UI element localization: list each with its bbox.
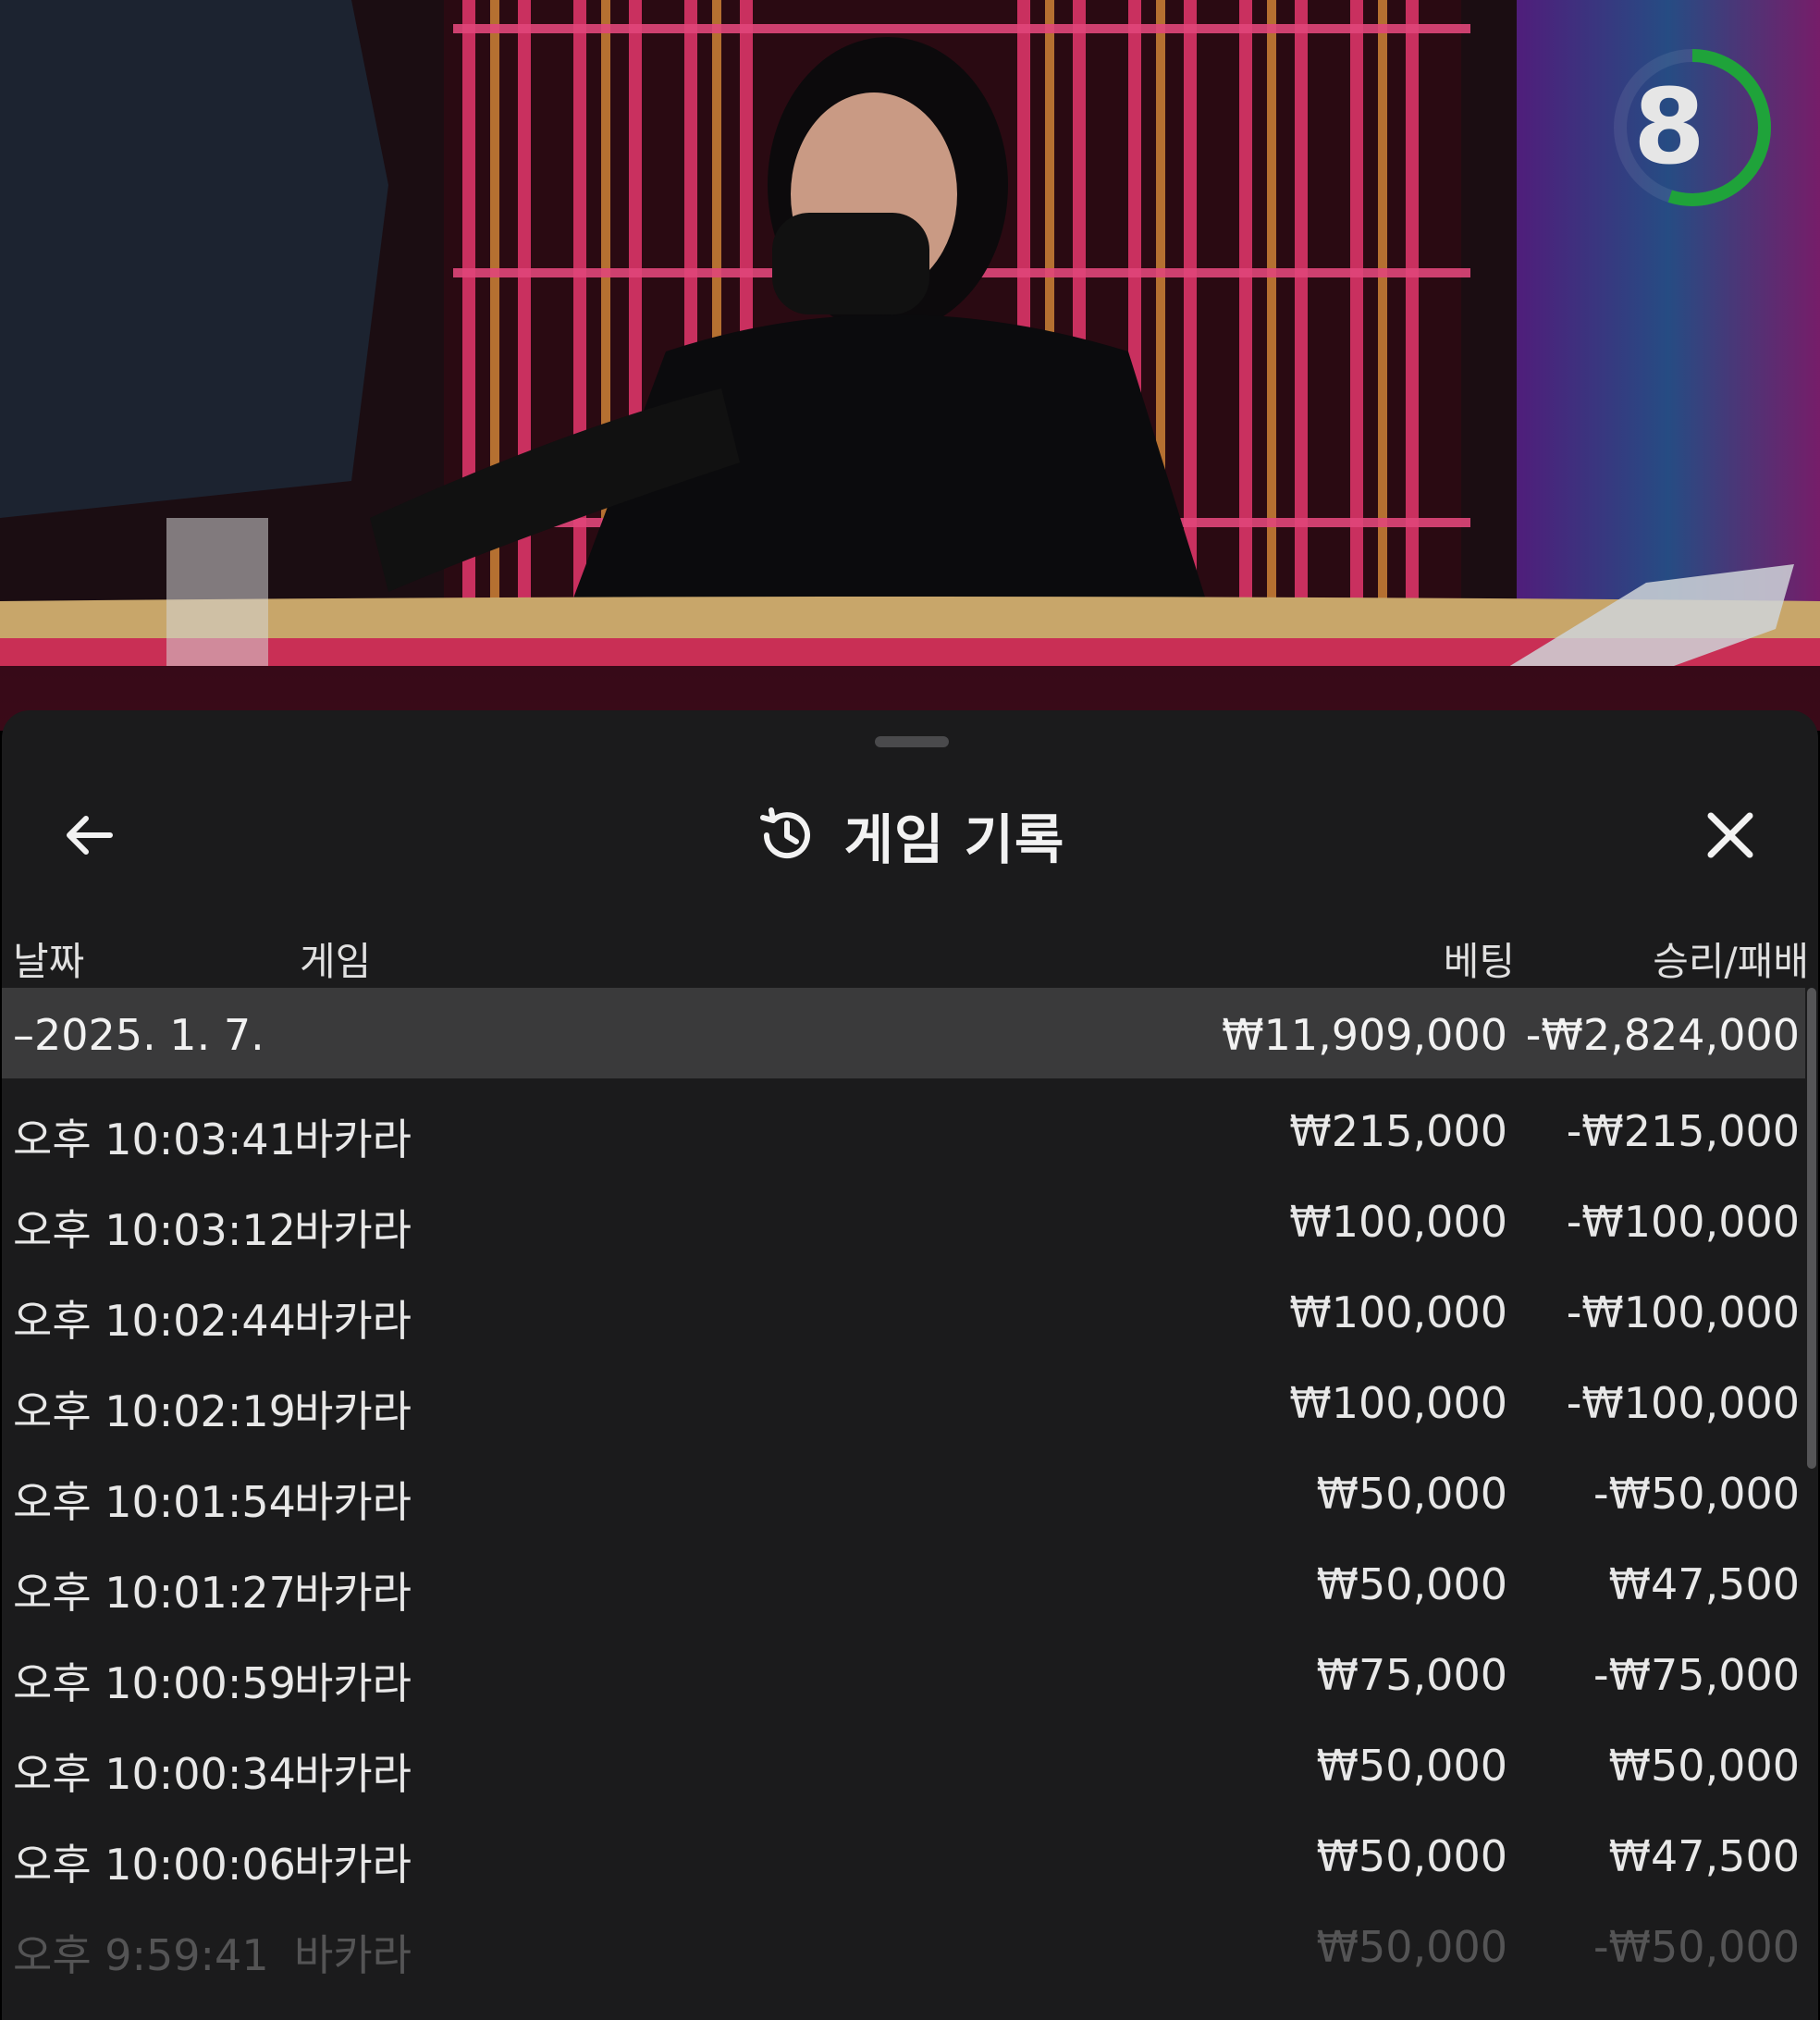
row-game: 바카라	[294, 1205, 412, 1255]
history-row[interactable]: 오후 10:01:54 바카라 ₩50,000 -₩50,000	[2, 1441, 1805, 1532]
sheet-header: 게임 기록	[2, 766, 1818, 905]
row-bet: ₩50,000	[1316, 1469, 1507, 1519]
history-row[interactable]: 오후 10:02:19 바카라 ₩100,000 -₩100,000	[2, 1350, 1805, 1441]
group-total-bet: ₩11,909,000	[1222, 1010, 1507, 1060]
table-header: 날짜 게임 베팅 승리/패배	[2, 905, 1818, 997]
row-win-loss: ₩47,500	[1608, 1831, 1800, 1881]
row-time: 오후 10:03:41	[13, 1115, 296, 1164]
sheet-title: 게임 기록	[843, 808, 1065, 871]
row-bet: ₩100,000	[1289, 1287, 1507, 1337]
row-win-loss: ₩50,000	[1608, 1741, 1800, 1791]
column-header-bet: 베팅	[1443, 939, 1515, 984]
row-game: 바카라	[294, 1568, 412, 1618]
casino-backdrop	[0, 0, 1820, 666]
row-win-loss: -₩75,000	[1592, 1650, 1800, 1700]
row-bet: ₩50,000	[1316, 1559, 1507, 1609]
history-row[interactable]: 오후 10:01:27 바카라 ₩50,000 ₩47,500	[2, 1532, 1805, 1622]
row-bet: ₩75,000	[1316, 1650, 1507, 1700]
row-win-loss: -₩215,000	[1566, 1106, 1800, 1156]
history-row[interactable]: 오후 10:03:41 바카라 ₩215,000 -₩215,000	[2, 1078, 1805, 1169]
history-row[interactable]: 오후 10:02:44 바카라 ₩100,000 -₩100,000	[2, 1260, 1805, 1350]
row-bet: ₩215,000	[1289, 1106, 1507, 1156]
group-date: –2025. 1. 7.	[13, 1010, 264, 1060]
row-game: 바카라	[294, 1386, 412, 1436]
sheet-drag-handle[interactable]	[875, 736, 949, 747]
row-bet: ₩50,000	[1316, 1831, 1507, 1881]
group-total-win-loss: -₩2,824,000	[1525, 1010, 1800, 1060]
game-history-sheet: 게임 기록 날짜 게임 베팅 승리/패배 –2025. 1. 7. ₩11,90…	[2, 710, 1818, 2020]
row-win-loss: -₩100,000	[1566, 1378, 1800, 1428]
sheet-title-group: 게임 기록	[2, 766, 1818, 905]
row-game: 바카라	[294, 1840, 412, 1890]
row-game: 바카라	[294, 1115, 412, 1164]
row-time: 오후 10:01:27	[13, 1568, 296, 1618]
countdown-value: 8	[1633, 68, 1705, 188]
row-time: 오후 10:02:44	[13, 1296, 296, 1346]
history-list: 오후 10:03:41 바카라 ₩215,000 -₩215,000 오후 10…	[2, 1078, 1805, 1985]
row-win-loss: ₩47,500	[1608, 1559, 1800, 1609]
row-game: 바카라	[294, 1477, 412, 1527]
row-game: 바카라	[294, 1930, 412, 1980]
row-time: 오후 10:00:34	[13, 1749, 296, 1799]
row-game: 바카라	[294, 1749, 412, 1799]
dealer-mask	[772, 213, 929, 314]
dealer-left	[0, 0, 388, 518]
row-win-loss: -₩50,000	[1592, 1469, 1800, 1519]
column-header-win-loss: 승리/패배	[1653, 939, 1809, 984]
row-win-loss: -₩100,000	[1566, 1197, 1800, 1247]
row-time: 오후 10:00:59	[13, 1658, 296, 1708]
row-bet: ₩50,000	[1316, 1741, 1507, 1791]
history-row[interactable]: 오후 10:00:59 바카라 ₩75,000 -₩75,000	[2, 1622, 1805, 1713]
history-row[interactable]: 오후 9:59:41 바카라 ₩50,000 -₩50,000	[2, 1894, 1805, 1985]
date-group-row[interactable]: –2025. 1. 7. ₩11,909,000 -₩2,824,000	[2, 988, 1805, 1078]
row-win-loss: -₩50,000	[1592, 1922, 1800, 1972]
row-bet: ₩100,000	[1289, 1378, 1507, 1428]
close-button[interactable]	[1689, 794, 1772, 877]
row-time: 오후 10:00:06	[13, 1840, 296, 1890]
column-header-game: 게임	[300, 939, 372, 984]
row-time: 오후 9:59:41	[13, 1930, 269, 1980]
close-icon	[1707, 812, 1753, 858]
column-header-date: 날짜	[13, 939, 85, 984]
row-game: 바카라	[294, 1658, 412, 1708]
row-time: 오후 10:03:12	[13, 1205, 296, 1255]
discard-holder	[166, 518, 268, 666]
row-bet: ₩100,000	[1289, 1197, 1507, 1247]
list-scrollbar[interactable]	[1807, 988, 1816, 1469]
row-time: 오후 10:01:54	[13, 1477, 296, 1527]
row-time: 오후 10:02:19	[13, 1386, 296, 1436]
row-win-loss: -₩100,000	[1566, 1287, 1800, 1337]
row-game: 바카라	[294, 1296, 412, 1346]
round-countdown: 8	[1609, 44, 1776, 211]
history-row[interactable]: 오후 10:00:34 바카라 ₩50,000 ₩50,000	[2, 1713, 1805, 1804]
history-row[interactable]: 오후 10:00:06 바카라 ₩50,000 ₩47,500	[2, 1804, 1805, 1894]
history-row[interactable]: 오후 10:03:12 바카라 ₩100,000 -₩100,000	[2, 1169, 1805, 1260]
history-icon	[759, 807, 810, 859]
row-bet: ₩50,000	[1316, 1922, 1507, 1972]
live-video-feed: 8	[0, 0, 1820, 731]
